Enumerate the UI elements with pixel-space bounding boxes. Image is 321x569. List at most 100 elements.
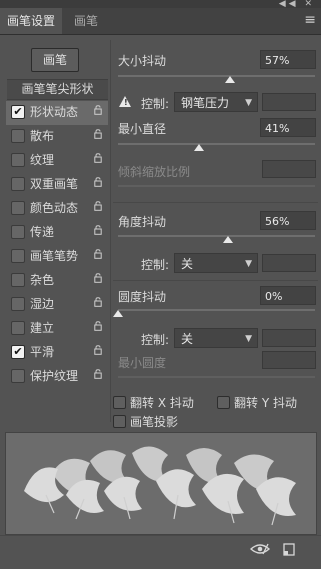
lock-icon[interactable] [94,369,102,379]
sidebar-item[interactable]: 颜色动态 [6,197,108,221]
min-diameter-label: 最小直径 [118,122,167,136]
sidebar-item-checkbox[interactable] [11,249,25,263]
angle-jitter-label: 角度抖动 [118,215,167,229]
size-control-value: 钢笔压力 [181,96,230,110]
sidebar-item-checkbox[interactable] [11,177,25,191]
sidebar-item-checkbox[interactable] [11,297,25,311]
sidebar-item-label: 平滑 [30,345,55,359]
size-control-select[interactable]: 钢笔压力 ▼ [174,92,258,112]
angle-control-label: 控制: [141,258,170,272]
roundness-jitter-field[interactable]: 0% [260,286,316,305]
lock-icon[interactable] [94,225,102,235]
brush-tip-shape-item[interactable]: 画笔笔尖形状 [7,79,108,100]
bottom-toolbar [0,535,321,569]
sidebar-item-label: 传递 [30,225,55,239]
brush-stroke-preview [5,432,317,535]
sidebar-item-label: 建立 [30,321,55,335]
sidebar-item[interactable]: 湿边 [6,293,108,317]
size-control-extra-field[interactable] [262,93,316,111]
angle-jitter-slider-track[interactable] [118,235,315,237]
preview-toggle-icon[interactable] [249,542,271,559]
section-divider [113,280,318,281]
brush-projection-checkbox[interactable] [113,415,126,428]
min-diameter-slider-track[interactable] [118,143,315,145]
angle-control-select[interactable]: 关 ▼ [174,253,258,273]
sidebar-item[interactable]: 画笔笔势 [6,245,108,269]
chevron-down-icon: ▼ [245,259,252,269]
sidebar-item-label: 保护纹理 [30,369,79,383]
sidebar-item-label: 杂色 [30,273,55,287]
roundness-jitter-slider-thumb[interactable] [113,310,123,317]
sidebar-item-label: 画笔笔势 [30,249,79,263]
sidebar-item-checkbox[interactable] [11,201,25,215]
roundness-control-label: 控制: [141,333,170,347]
sidebar-item[interactable]: 杂色 [6,269,108,293]
angle-control-extra-field[interactable] [262,254,316,272]
sidebar-item-checkbox[interactable] [11,321,25,335]
size-control-label: 控制: [141,97,170,111]
sidebar-item[interactable]: 传递 [6,221,108,245]
sidebar-item-label: 颜色动态 [30,201,79,215]
sidebar-item-checkbox[interactable]: ✔ [11,105,25,119]
size-jitter-slider-thumb[interactable] [225,76,236,83]
flip-y-checkbox[interactable] [217,396,230,409]
sidebar-item-checkbox[interactable] [11,273,25,287]
flip-x-checkbox[interactable] [113,396,126,409]
lock-icon[interactable] [94,201,102,211]
min-roundness-slider-track [118,376,315,378]
angle-jitter-slider-thumb[interactable] [223,236,234,243]
tilt-scale-label: 倾斜缩放比例 [118,165,191,179]
sidebar-item-label: 散布 [30,129,55,143]
tab-brushes[interactable]: 画笔 [63,8,109,34]
tilt-scale-slider-track [118,185,315,187]
sidebar-item[interactable]: 双重画笔 [6,173,108,197]
brush-presets-button[interactable]: 画笔 [31,48,79,72]
sidebar-item[interactable]: ✔ 平滑 [6,341,108,365]
chevron-down-icon: ▼ [245,334,252,344]
sidebar-item-checkbox[interactable] [11,225,25,239]
sidebar-item-checkbox[interactable]: ✔ [11,345,25,359]
size-jitter-field[interactable]: 57% [260,50,316,69]
angle-jitter-field[interactable]: 56% [260,211,316,230]
sidebar-item-label: 纹理 [30,153,55,167]
brush-options-list: ✔ 形状动态散布纹理双重画笔颜色动态传递画笔笔势杂色湿边建立 ✔ 平滑保护纹理 [6,101,108,389]
roundness-control-extra-field[interactable] [262,329,316,347]
lock-icon[interactable] [94,321,102,331]
panel-divider [110,40,111,422]
lock-icon[interactable] [94,297,102,307]
size-jitter-label: 大小抖动 [118,54,167,68]
lock-icon[interactable] [94,129,102,139]
panel-top-strip [0,0,321,8]
sidebar-item-checkbox[interactable] [11,129,25,143]
lock-icon[interactable] [94,273,102,283]
sidebar-item[interactable]: ✔ 形状动态 [6,101,108,125]
size-jitter-slider-track[interactable] [118,75,315,77]
new-brush-icon[interactable] [283,543,295,559]
tab-brush-settings[interactable]: 画笔设置 [0,8,62,34]
lock-icon[interactable] [94,345,102,355]
sidebar-item-checkbox[interactable] [11,153,25,167]
lock-icon[interactable] [94,177,102,187]
roundness-jitter-label: 圆度抖动 [118,290,167,304]
flip-x-label: 翻转 X 抖动 [130,396,194,410]
min-diameter-slider-thumb[interactable] [193,144,204,151]
flip-y-label: 翻转 Y 抖动 [234,396,297,410]
sidebar-item-checkbox[interactable] [11,369,25,383]
sidebar-item[interactable]: 散布 [6,125,108,149]
sidebar-item[interactable]: 纹理 [6,149,108,173]
roundness-control-select[interactable]: 关 ▼ [174,328,258,348]
ginkgo-stroke-preview-image [24,446,296,526]
tilt-scale-field [262,160,316,178]
roundness-control-value: 关 [181,332,194,346]
sidebar-item[interactable]: 建立 [6,317,108,341]
sidebar-item-label: 形状动态 [30,105,79,119]
roundness-jitter-slider-track[interactable] [118,309,315,311]
sidebar-item-label: 双重画笔 [30,177,79,191]
brush-projection-label: 画笔投影 [130,415,179,429]
min-diameter-field[interactable]: 41% [260,118,316,137]
lock-icon[interactable] [94,249,102,259]
hamburger-menu-icon[interactable]: ≡ [304,12,316,28]
lock-icon[interactable] [94,153,102,163]
lock-icon[interactable] [94,105,102,115]
sidebar-item[interactable]: 保护纹理 [6,365,108,389]
